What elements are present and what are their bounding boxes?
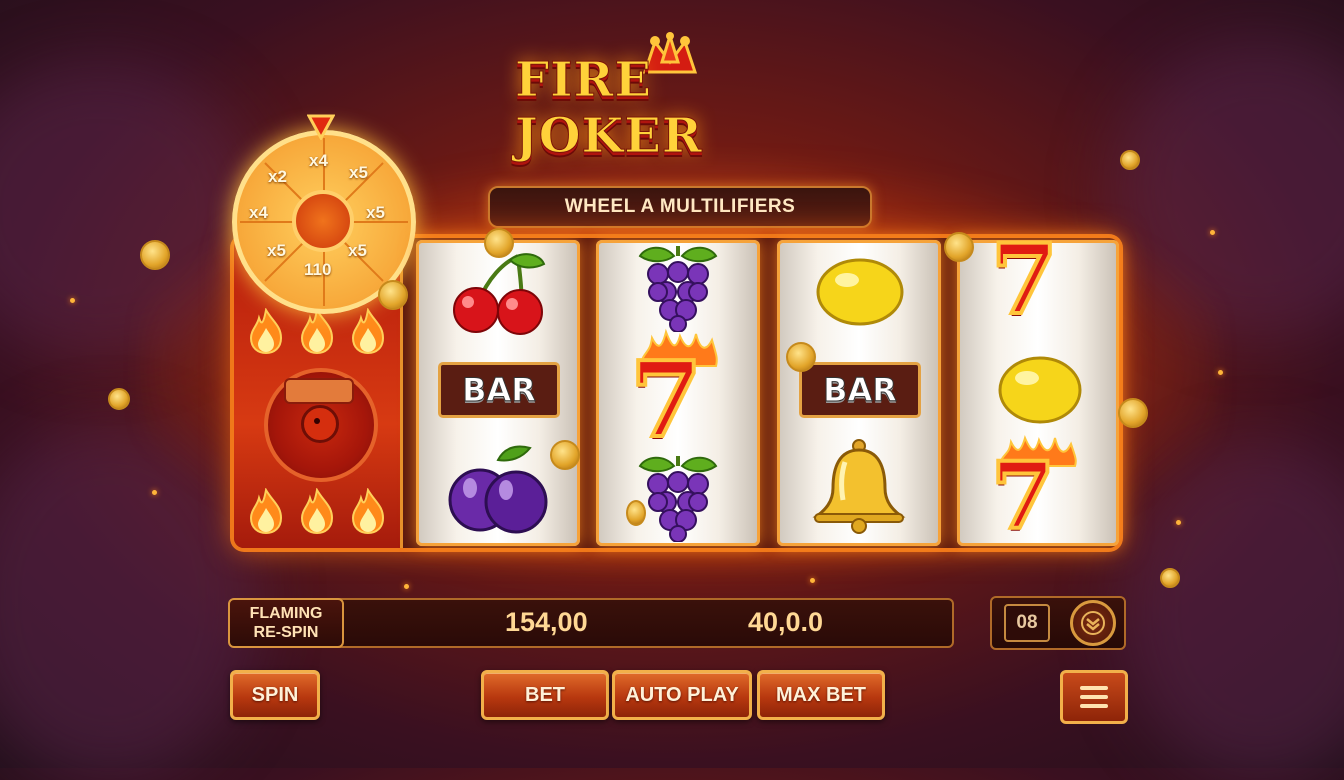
ember bbox=[810, 578, 815, 583]
coin-value-button[interactable] bbox=[1070, 600, 1116, 646]
reel-1: BAR bbox=[416, 240, 580, 546]
wheel-hub bbox=[292, 190, 354, 252]
wheel-segment-label: x5 bbox=[348, 241, 367, 260]
game-logo: FIRE JOKER bbox=[515, 51, 815, 164]
reel-4: 7 7 bbox=[957, 230, 1119, 550]
dial-knob bbox=[301, 405, 339, 443]
ember bbox=[1176, 520, 1181, 525]
coin-icon bbox=[1160, 568, 1180, 588]
lucky-seven-symbol: 7 bbox=[989, 442, 1057, 550]
feature-label-line1: FLAMING bbox=[249, 605, 323, 622]
flame-icon bbox=[249, 488, 282, 534]
lemon-icon bbox=[816, 258, 904, 326]
ember bbox=[404, 584, 409, 589]
auto-play-button[interactable]: AUTO PLAY bbox=[612, 670, 752, 720]
coin-icon bbox=[550, 440, 580, 470]
win-value: 40,0.0 bbox=[748, 607, 824, 637]
menu-button[interactable] bbox=[1060, 670, 1128, 724]
coin-icon bbox=[484, 228, 514, 258]
game-title: FIRE JOKER bbox=[515, 51, 703, 164]
wheel-segment-label: x4 bbox=[249, 203, 268, 222]
flame-icon bbox=[300, 488, 333, 534]
wheel-segment-label: 110 bbox=[304, 260, 332, 279]
feature-banner: WHEEL A MULTILIFIERS bbox=[488, 186, 872, 228]
chevron-down-icon bbox=[1081, 611, 1105, 635]
max-bet-button[interactable]: MAX BET bbox=[757, 670, 885, 720]
hamburger-line bbox=[1080, 704, 1108, 708]
flame-row-top bbox=[240, 308, 394, 354]
ember bbox=[1218, 370, 1223, 375]
coin-icon bbox=[108, 388, 130, 410]
flame-icon bbox=[352, 308, 385, 354]
bar-label: BAR bbox=[462, 371, 537, 410]
bar-symbol: BAR bbox=[799, 362, 921, 418]
dial-center bbox=[314, 418, 320, 424]
spin-button[interactable]: SPIN bbox=[230, 670, 320, 720]
flame-icon bbox=[352, 488, 385, 534]
hamburger-icon bbox=[1080, 686, 1108, 690]
flaming-respin-label: FLAMING RE-SPIN bbox=[228, 598, 344, 648]
ember bbox=[152, 490, 157, 495]
lucky-seven-symbol: 7 bbox=[989, 223, 1060, 336]
grapes-icon bbox=[638, 456, 718, 542]
coin-icon bbox=[1120, 150, 1140, 170]
grapes-icon bbox=[638, 246, 718, 332]
coin-icon bbox=[944, 232, 974, 262]
bar-label: BAR bbox=[823, 371, 898, 410]
wheel-segment-label: x5 bbox=[267, 241, 286, 260]
ember bbox=[70, 298, 75, 303]
lucky-seven-symbol: 7 bbox=[628, 338, 704, 461]
flame-icon bbox=[300, 308, 333, 354]
balance-value: 154,00 bbox=[505, 607, 588, 637]
cherries-icon bbox=[453, 253, 546, 335]
coin-icon bbox=[140, 240, 170, 270]
bet-button[interactable]: BET bbox=[481, 670, 609, 720]
coin-icon bbox=[626, 500, 646, 526]
coin-icon bbox=[378, 280, 408, 310]
coin-icon bbox=[786, 342, 816, 372]
feature-label-line2: RE-SPIN bbox=[253, 624, 319, 641]
plums-icon bbox=[448, 445, 548, 534]
coin-icon bbox=[1118, 398, 1148, 428]
dial-scale bbox=[284, 378, 354, 404]
wheel-segment-label: x4 bbox=[309, 151, 328, 170]
reel-3: BAR bbox=[777, 240, 941, 546]
lemon-icon bbox=[998, 356, 1082, 424]
bar-symbol: BAR bbox=[438, 362, 560, 418]
bell-icon bbox=[812, 439, 906, 534]
wheel-segment-label: x5 bbox=[366, 203, 385, 222]
reel-2: 7 bbox=[596, 240, 760, 546]
ember bbox=[1210, 230, 1215, 235]
hamburger-line bbox=[1080, 695, 1108, 699]
wheel-segment-label: x5 bbox=[349, 163, 368, 182]
spin-counter: 08 bbox=[1004, 604, 1050, 642]
wheel-segment-label: x2 bbox=[268, 167, 287, 186]
flame-icon bbox=[249, 308, 282, 354]
wheel-pointer-icon bbox=[307, 114, 335, 140]
flame-row-bottom bbox=[240, 488, 394, 534]
